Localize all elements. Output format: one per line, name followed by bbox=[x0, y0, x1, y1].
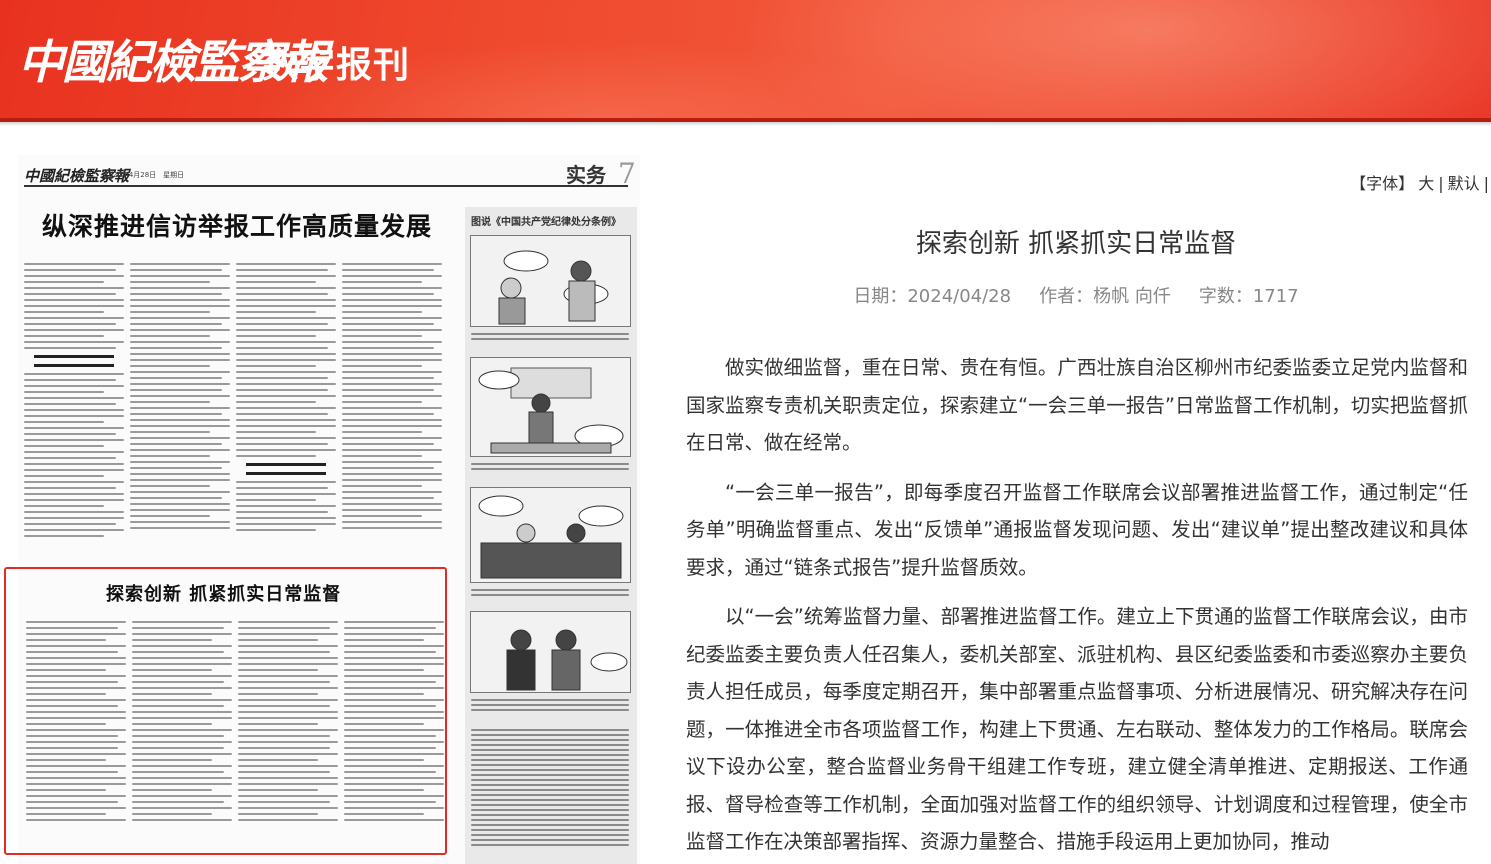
font-label: 【字体】 bbox=[1350, 174, 1415, 193]
illustration-meeting bbox=[471, 236, 630, 326]
comic-caption bbox=[471, 699, 629, 714]
article-date: 2024/04/28 bbox=[907, 286, 1012, 307]
text-column bbox=[342, 263, 442, 533]
comic-title: 图说《中国共产党纪律处分条例》 bbox=[471, 217, 621, 228]
comic-strip-column[interactable]: 图说《中国共产党纪律处分条例》 bbox=[465, 207, 637, 864]
font-large-link[interactable]: 大 bbox=[1418, 174, 1434, 193]
article-body: 做实做细监督，重在日常、贵在有恒。广西壮族自治区柳州市纪委监委立足党内监督和国家… bbox=[686, 349, 1468, 864]
comic-panel-3 bbox=[470, 487, 631, 583]
paper-headline[interactable]: 纵深推进信访举报工作高质量发展 bbox=[42, 207, 432, 243]
article-paragraph: “一会三单一报告”，即每季度召开监督工作联席会议部署推进监督工作，通过制定“任务… bbox=[686, 480, 1468, 579]
paper-section: 实务 bbox=[566, 163, 606, 187]
paper-date: 2024年4月28日 星期日 bbox=[104, 171, 185, 179]
article-paragraph: 做实做细监督，重在日常、贵在有恒。广西壮族自治区柳州市纪委监委立足党内监督和国家… bbox=[686, 356, 1468, 454]
paper-rule bbox=[24, 185, 628, 187]
font-separator: | bbox=[1438, 174, 1444, 193]
author-label: 作者： bbox=[1039, 286, 1094, 307]
font-default-link[interactable]: 默认 bbox=[1448, 174, 1480, 193]
article-author: 杨帆 向仟 bbox=[1093, 286, 1171, 307]
site-subtitle: 数字报刊 bbox=[262, 44, 411, 86]
selected-article-highlight[interactable] bbox=[4, 567, 447, 855]
wordcount-label: 字数： bbox=[1198, 286, 1253, 307]
date-label: 日期： bbox=[853, 286, 908, 307]
site-header-banner: 中國紀檢監察報 数字报刊 bbox=[0, 0, 1491, 118]
comic-caption bbox=[471, 589, 629, 599]
comic-explanation bbox=[471, 729, 629, 849]
comic-caption bbox=[471, 333, 629, 343]
font-size-controls: 【字体】大 | 默认 | bbox=[1348, 170, 1491, 194]
text-column bbox=[24, 263, 124, 541]
illustration-sofa bbox=[471, 488, 630, 582]
font-separator-trailing: | bbox=[1483, 174, 1489, 193]
comic-panel-1 bbox=[470, 235, 631, 327]
illustration-office bbox=[471, 358, 630, 456]
article-paragraph: 以“一会”统筹监督力量、部署推进监督工作。建立上下贯通的监督工作联席会议，由市纪… bbox=[686, 605, 1468, 853]
article-title: 探索创新 抓紧抓实日常监督 bbox=[915, 229, 1237, 259]
comic-caption bbox=[471, 463, 629, 473]
article-wordcount: 1717 bbox=[1252, 286, 1299, 307]
header-shadow bbox=[0, 122, 1491, 126]
article-meta: 日期：2024/04/28 作者：杨帆 向仟 字数：1717 bbox=[686, 282, 1466, 308]
text-column bbox=[236, 263, 336, 535]
comic-panel-2 bbox=[470, 357, 631, 457]
comic-panel-4 bbox=[470, 611, 631, 693]
illustration-talk bbox=[471, 612, 630, 692]
text-column bbox=[130, 263, 230, 533]
